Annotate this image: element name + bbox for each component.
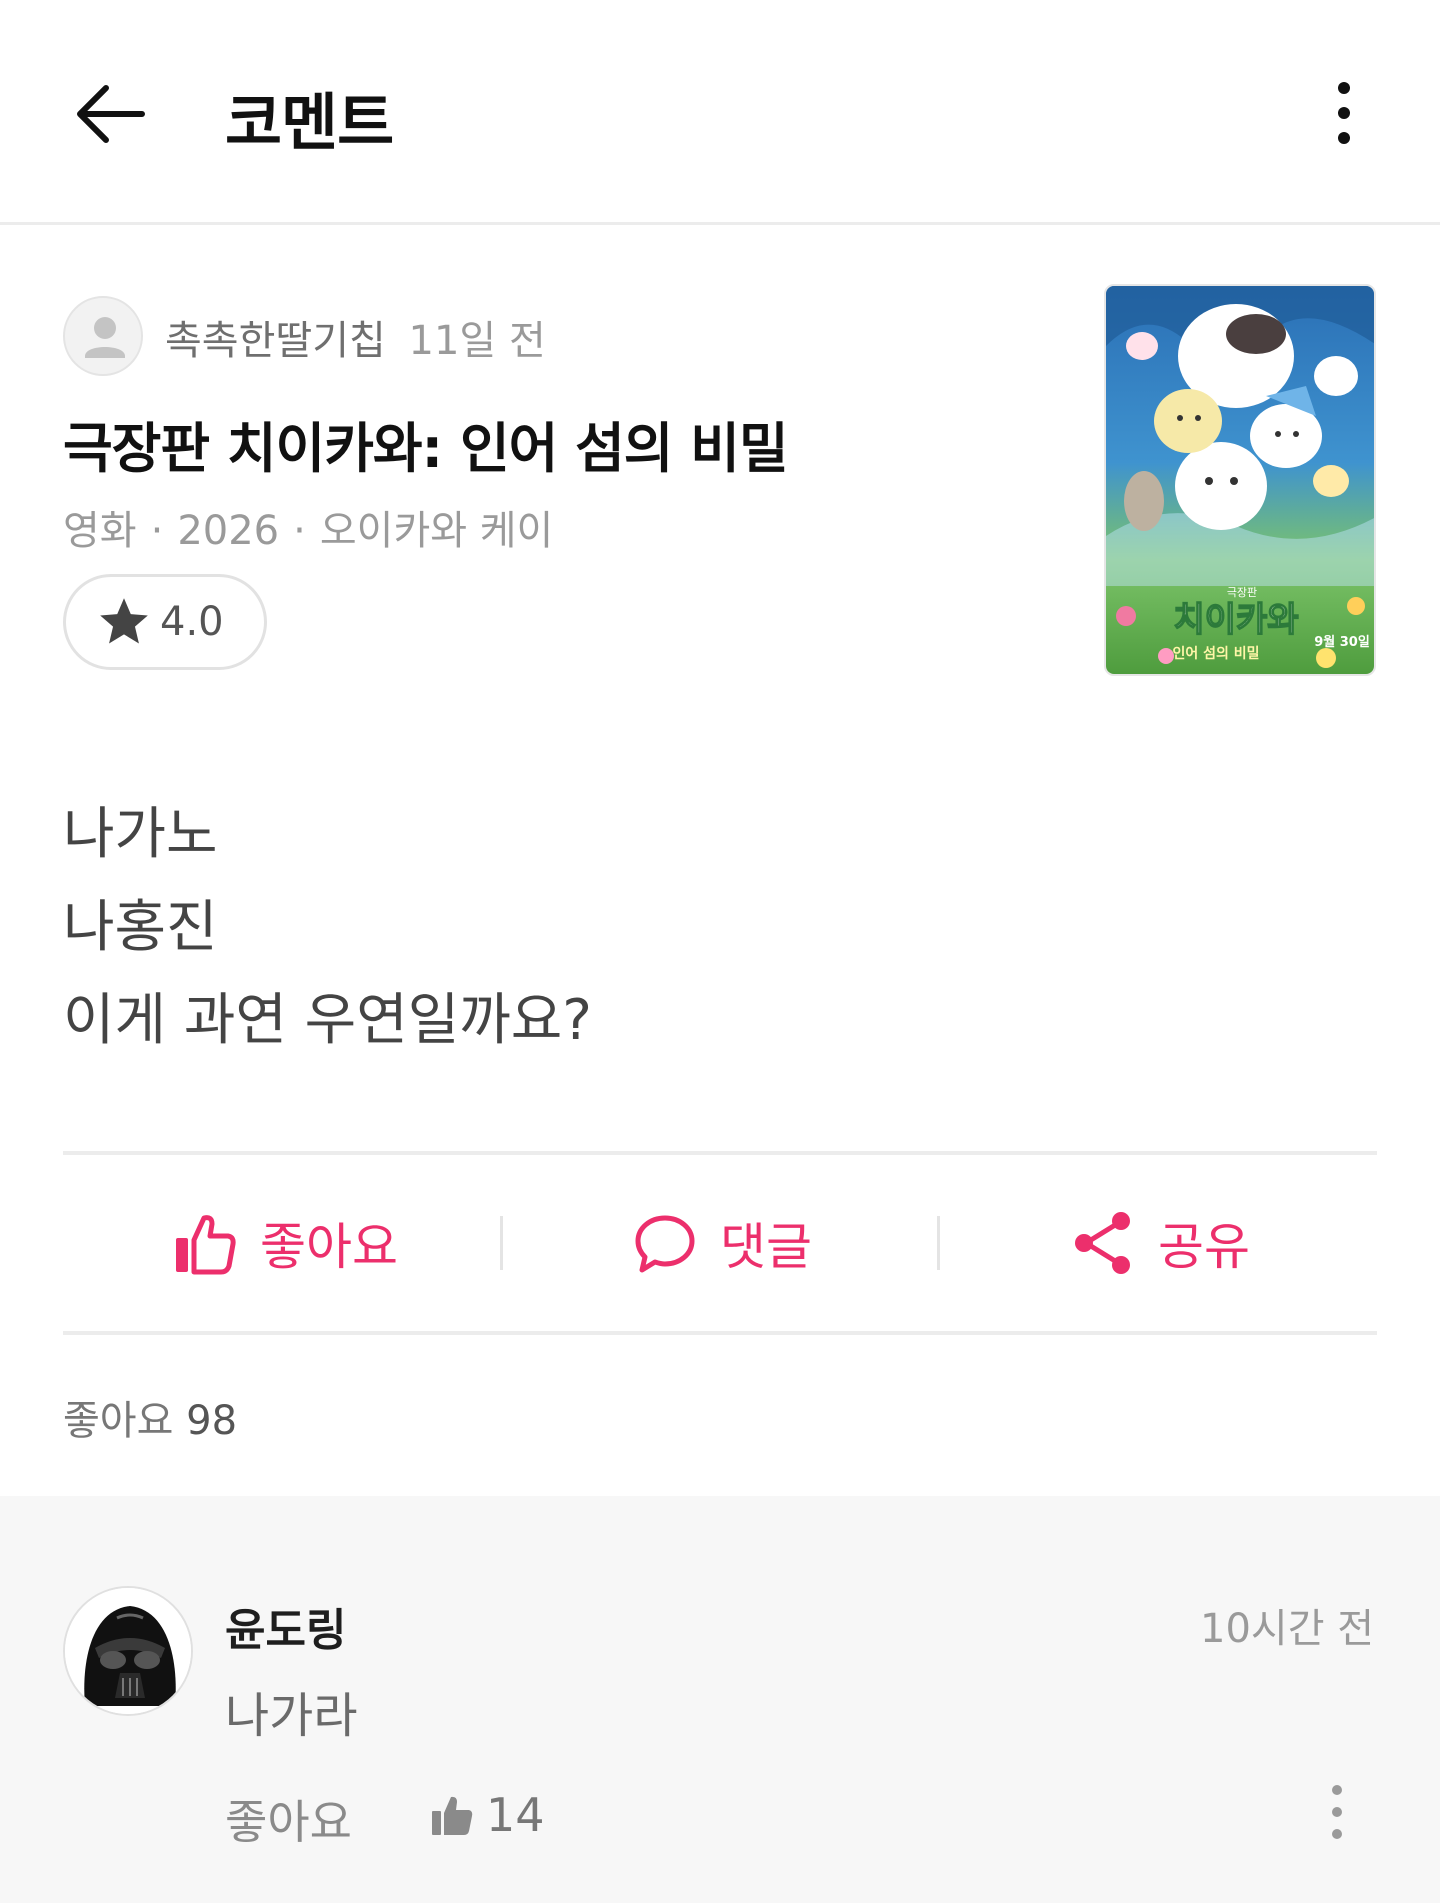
share-icon [1075, 1212, 1130, 1274]
app-header: 코멘트 [0, 0, 1440, 225]
reply-like-button[interactable]: 좋아요 [225, 1786, 352, 1852]
comment-card: 촉촉한딸기칩 11일 전 극장판 치이카와: 인어 섬의 비밀 영화 · 2026 ·… [0, 228, 1440, 1496]
movie-title[interactable]: 극장판 치이카와: 인어 섬의 비밀 [63, 404, 789, 483]
thumbs-up-filled-icon [432, 1796, 473, 1835]
thumbs-up-icon [176, 1215, 236, 1275]
reply-more-button[interactable] [1320, 1782, 1354, 1842]
poster-date-text: 9월 30일 [1314, 634, 1370, 650]
movie-director: 오이카와 케이 [319, 508, 554, 554]
poster-title-text: 치이카와 [1173, 600, 1298, 640]
comment-line: 나홍진 [63, 895, 218, 960]
share-button[interactable]: 공유 [1070, 1203, 1250, 1283]
reply-like-number: 14 [486, 1788, 545, 1842]
movie-category: 영화 [63, 508, 137, 554]
star-icon [100, 598, 148, 644]
arrow-left-icon [77, 85, 145, 143]
comment-line: 나가노 [63, 802, 218, 867]
author-avatar[interactable] [63, 296, 143, 376]
reply-list: 윤도링 10시간 전 나가라 좋아요 14 [0, 1496, 1440, 1903]
back-button[interactable] [72, 78, 148, 150]
movie-meta: 영화 · 2026 · 오이카와 케이 [63, 498, 553, 556]
divider [63, 1331, 1377, 1335]
speech-bubble-icon [635, 1215, 695, 1273]
share-label: 공유 [1158, 1218, 1250, 1276]
movie-poster[interactable]: 극장판 치이카와 인어 섬의 비밀 9월 30일 [1104, 284, 1376, 676]
author-name[interactable]: 촉촉한딸기칩 [165, 318, 386, 364]
action-separator [500, 1216, 503, 1270]
poster-subtitle-text: 인어 섬의 비밀 [1172, 645, 1259, 662]
divider [63, 1151, 1377, 1155]
reply-button[interactable]: 댓글 [632, 1203, 812, 1283]
like-summary-label: 좋아요 [63, 1398, 174, 1444]
comment-line: 이게 과연 우연일까요? [63, 988, 593, 1053]
rating-value: 4.0 [160, 599, 224, 645]
reply-time: 10시간 전 [1200, 1606, 1375, 1652]
reply-avatar[interactable] [63, 1586, 193, 1716]
reply-label: 댓글 [720, 1218, 812, 1276]
rating-badge: 4.0 [63, 574, 267, 670]
reply-author-name[interactable]: 윤도링 [225, 1594, 346, 1658]
movie-year: 2026 [177, 508, 280, 554]
default-user-icon [85, 317, 125, 358]
like-summary-count: 98 [186, 1398, 238, 1444]
like-summary[interactable]: 좋아요 98 [63, 1388, 237, 1446]
like-button[interactable]: 좋아요 [172, 1203, 398, 1283]
reply-like-count: 14 [430, 1784, 545, 1846]
action-separator [937, 1216, 940, 1270]
meta-separator: · [293, 508, 306, 554]
page-title: 코멘트 [225, 86, 394, 159]
author-line: 촉촉한딸기칩 11일 전 [165, 308, 546, 366]
meta-separator: · [150, 508, 164, 554]
like-label: 좋아요 [260, 1218, 398, 1276]
more-options-button[interactable] [1320, 80, 1368, 152]
more-vertical-icon [1332, 1785, 1342, 1839]
helmet-avatar-icon [65, 1588, 191, 1714]
reply-text: 나가라 [225, 1688, 358, 1744]
comment-body: 나가노 나홍진 이게 과연 우연일까요? [63, 788, 592, 1067]
more-vertical-icon [1338, 82, 1350, 144]
comment-time: 11일 전 [408, 318, 546, 364]
poster-image: 극장판 치이카와 인어 섬의 비밀 9월 30일 [1106, 286, 1374, 674]
poster-small-text: 극장판 [1227, 586, 1257, 599]
